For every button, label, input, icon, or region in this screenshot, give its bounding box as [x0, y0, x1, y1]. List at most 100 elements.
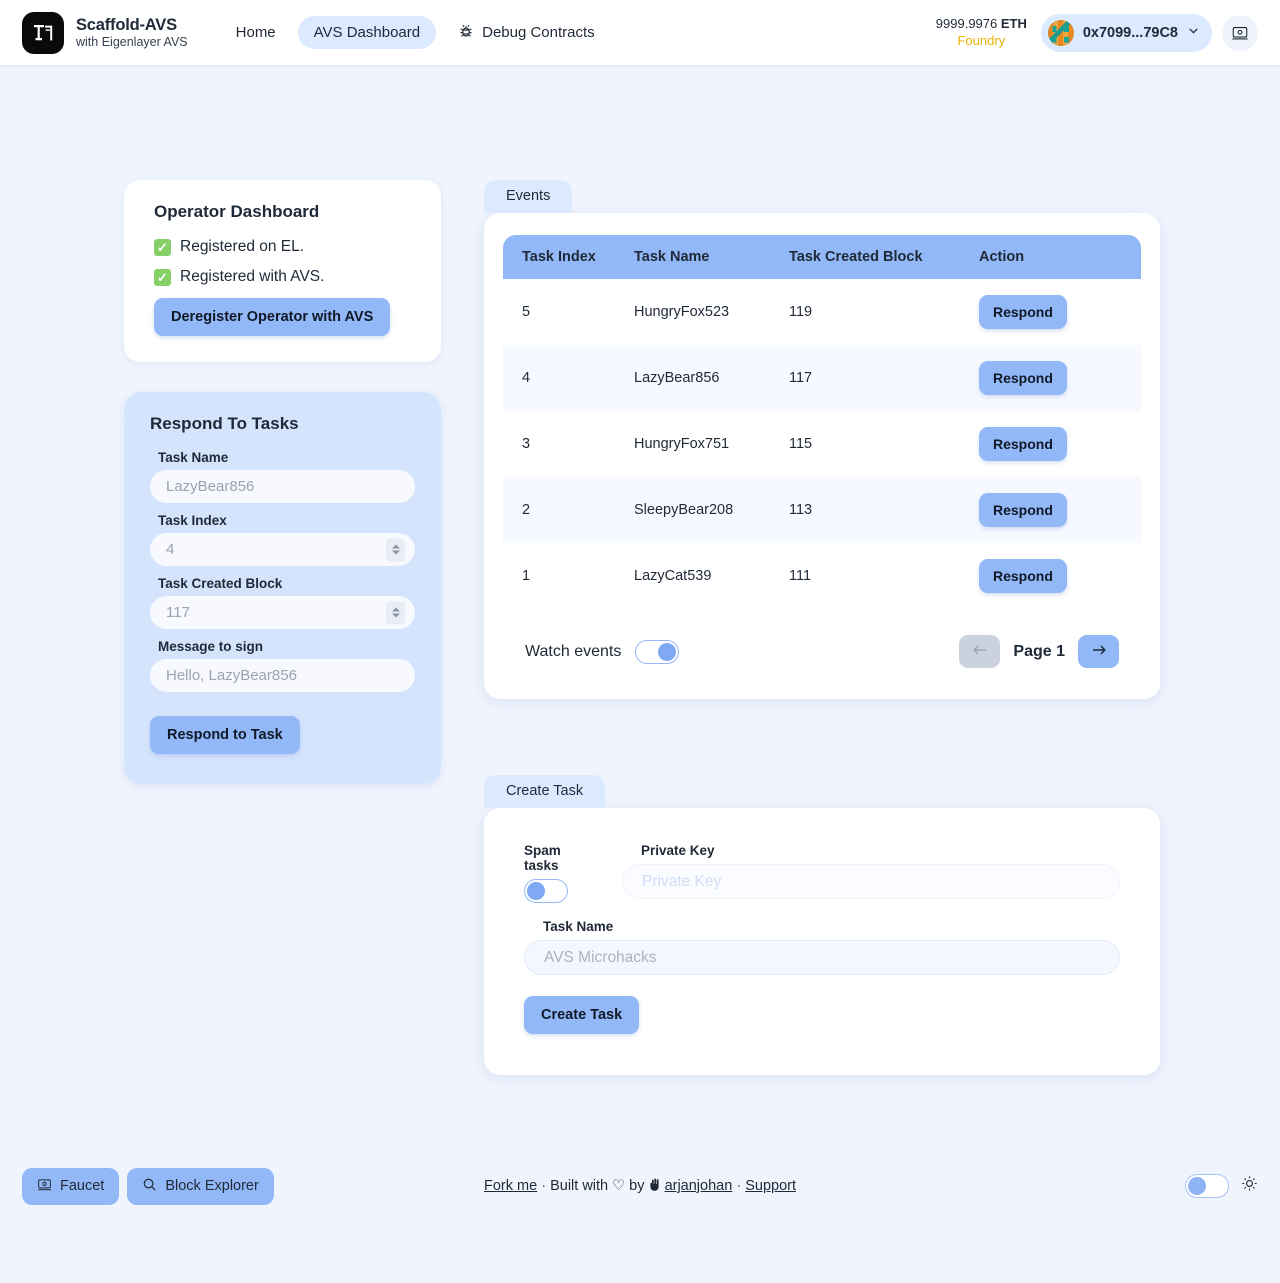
arrow-right-icon	[1091, 643, 1107, 661]
main-nav: Home AVS Dashboard Debug Contracts	[220, 15, 611, 51]
column-header-created-block: Task Created Block	[773, 235, 963, 279]
check-icon: ✓	[154, 238, 171, 256]
operator-dashboard-title: Operator Dashboard	[154, 202, 320, 221]
cell-task-name: LazyBear856	[618, 345, 773, 411]
column-header-task-name: Task Name	[618, 235, 773, 279]
nav-item-debug-contracts[interactable]: Debug Contracts	[442, 15, 611, 51]
wallet-address-button[interactable]: 0x7099...79C8	[1040, 13, 1212, 52]
prev-page-button[interactable]	[959, 635, 1001, 668]
private-key-input[interactable]: Private Key	[622, 864, 1120, 899]
nav-item-label: Debug Contracts	[482, 24, 595, 41]
block-explorer-icon	[1232, 26, 1248, 39]
events-section: Events Task Index Task Name Task Created…	[484, 180, 1160, 699]
cell-created-block: 119	[773, 279, 963, 345]
author-link[interactable]: arjanjohan	[665, 1178, 733, 1194]
task-name-input[interactable]: LazyBear856	[150, 470, 415, 503]
cell-task-index: 5	[503, 279, 618, 345]
faucet-button[interactable]: Faucet	[22, 1167, 120, 1205]
tab-events[interactable]: Events	[484, 180, 573, 213]
table-row: 5 HungryFox523 119 Respond	[503, 279, 1141, 345]
create-task-button[interactable]: Create Task	[524, 996, 640, 1034]
bug-icon	[458, 23, 474, 43]
nav-item-label: AVS Dashboard	[313, 24, 421, 41]
network-name: Foundry	[957, 32, 1006, 48]
task-name-label: Task Name	[158, 450, 229, 465]
by-label: by	[629, 1178, 645, 1194]
faucet-label: Faucet	[60, 1178, 105, 1194]
task-index-value: 4	[166, 541, 175, 558]
brand-subtitle: with Eigenlayer AVS	[76, 34, 188, 49]
table-row: 3 HungryFox751 115 Respond	[503, 411, 1141, 477]
header-right: 9999.9976 ETH Foundry 0x7099...79C8	[935, 13, 1264, 52]
events-panel: Task Index Task Name Task Created Block …	[484, 213, 1160, 699]
balance-unit: ETH	[1000, 16, 1027, 32]
watch-events-control: Watch events	[525, 639, 680, 664]
cell-action: Respond	[963, 279, 1141, 345]
private-key-control: Private Key Private Key	[622, 843, 1120, 899]
cell-task-name: HungryFox523	[618, 279, 773, 345]
cell-task-index: 1	[503, 543, 618, 609]
table-row: 4 LazyBear856 117 Respond	[503, 345, 1141, 411]
table-row: 1 LazyCat539 111 Respond	[503, 543, 1141, 609]
deregister-operator-button[interactable]: Deregister Operator with AVS	[154, 298, 391, 336]
block-explorer-button[interactable]: Block Explorer	[127, 1167, 274, 1205]
events-table: Task Index Task Name Task Created Block …	[503, 235, 1141, 609]
cell-action: Respond	[963, 411, 1141, 477]
next-page-button[interactable]	[1078, 635, 1119, 668]
balance-amount: 9999.9976	[935, 16, 998, 32]
separator-2: ·	[736, 1178, 742, 1194]
sun-icon[interactable]	[1241, 1175, 1258, 1197]
left-column: Operator Dashboard ✓ Registered on EL. ✓…	[124, 180, 441, 784]
hand-icon	[649, 1178, 665, 1194]
footer-left: Faucet Block Explorer	[22, 1167, 274, 1205]
avatar	[1047, 19, 1074, 46]
task-created-block-input[interactable]: 117	[150, 596, 415, 629]
respond-to-task-button[interactable]: Respond to Task	[150, 716, 300, 754]
column-header-action: Action	[963, 235, 1141, 279]
task-index-stepper[interactable]	[386, 538, 405, 561]
table-row: 2 SleepyBear208 113 Respond	[503, 477, 1141, 543]
cell-created-block: 113	[773, 477, 963, 543]
spam-tasks-toggle[interactable]	[524, 879, 568, 903]
create-task-section: Create Task Spam tasks Private Key Priva…	[484, 775, 1160, 1075]
private-key-label: Private Key	[641, 843, 715, 858]
brand-title: Scaffold-AVS	[76, 16, 177, 35]
cell-task-index: 2	[503, 477, 618, 543]
events-table-container: Task Index Task Name Task Created Block …	[503, 235, 1141, 609]
respond-button[interactable]: Respond	[979, 295, 1067, 329]
events-table-body: 5 HungryFox523 119 Respond 4 LazyBear856…	[503, 279, 1141, 609]
brand[interactable]: Scaffold-AVS with Eigenlayer AVS	[16, 11, 188, 54]
block-explorer-label: Block Explorer	[165, 1178, 259, 1194]
watch-events-toggle[interactable]	[635, 639, 680, 664]
create-task-name-input[interactable]: AVS Microhacks	[524, 940, 1120, 975]
respond-button[interactable]: Respond	[979, 361, 1067, 395]
spam-tasks-control: Spam tasks	[524, 843, 594, 903]
support-link[interactable]: Support	[745, 1178, 796, 1194]
main-content: Operator Dashboard ✓ Registered on EL. ✓…	[0, 65, 1280, 1220]
task-index-input[interactable]: 4	[150, 533, 415, 566]
task-created-block-stepper[interactable]	[386, 601, 405, 624]
built-with-label: Built with	[550, 1178, 609, 1194]
events-table-head: Task Index Task Name Task Created Block …	[503, 235, 1141, 279]
cell-action: Respond	[963, 345, 1141, 411]
create-task-panel: Spam tasks Private Key Private Key Task …	[484, 808, 1160, 1075]
watch-events-label: Watch events	[525, 642, 622, 660]
respond-button[interactable]: Respond	[979, 493, 1067, 527]
theme-toggle[interactable]	[1185, 1174, 1229, 1198]
nav-item-avs-dashboard[interactable]: AVS Dashboard	[297, 16, 437, 49]
nav-item-home[interactable]: Home	[220, 16, 292, 49]
respond-to-tasks-title: Respond To Tasks	[150, 414, 299, 433]
tab-create-task[interactable]: Create Task	[484, 775, 606, 808]
message-to-sign-label: Message to sign	[158, 639, 264, 654]
footer-right	[1185, 1174, 1258, 1198]
respond-to-tasks-card: Respond To Tasks Task Name LazyBear856 T…	[124, 392, 441, 784]
message-to-sign-input[interactable]: Hello, LazyBear856	[150, 659, 415, 692]
block-explorer-icon-button[interactable]	[1222, 14, 1258, 51]
respond-button[interactable]: Respond	[979, 427, 1067, 461]
respond-button[interactable]: Respond	[979, 559, 1067, 593]
nav-item-label: Home	[235, 24, 276, 41]
fork-me-link[interactable]: Fork me	[484, 1178, 537, 1194]
separator-1: ·	[541, 1178, 547, 1194]
page-label: Page 1	[1013, 642, 1065, 660]
wallet-address-label: 0x7099...79C8	[1082, 24, 1178, 41]
